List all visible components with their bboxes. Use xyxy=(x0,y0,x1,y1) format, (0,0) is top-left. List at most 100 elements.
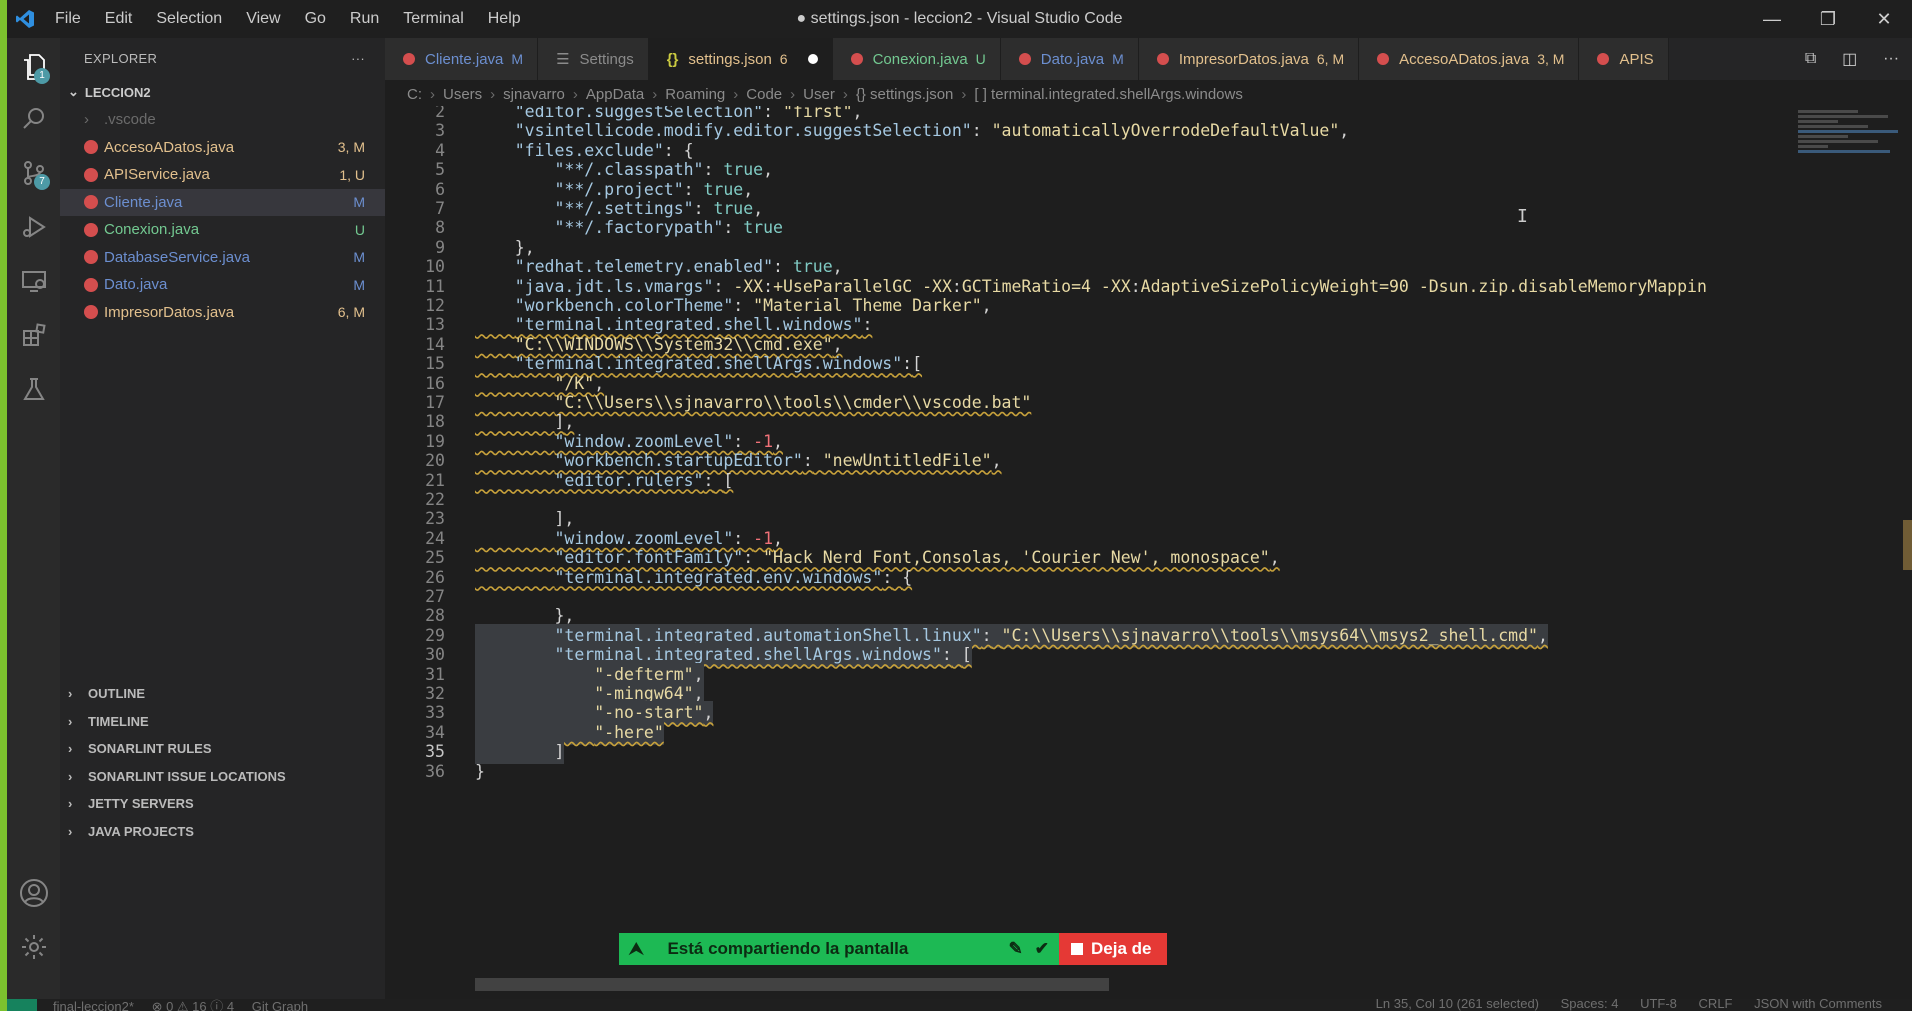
breadcrumb-separator-icon: › xyxy=(572,85,578,103)
extensions-icon[interactable] xyxy=(7,310,60,360)
file-name: Conexion.java xyxy=(104,221,200,239)
menu-help[interactable]: Help xyxy=(476,0,533,38)
file-item[interactable]: APIService.java 1, U xyxy=(60,161,385,189)
breadcrumb-separator-icon: › xyxy=(961,85,967,103)
tab-cliente-java[interactable]: Cliente.java M xyxy=(385,38,539,80)
breadcrumb-item[interactable]: C: xyxy=(407,86,422,103)
settings-gear-icon[interactable] xyxy=(7,922,60,972)
panel-timeline[interactable]: › TIMELINE xyxy=(60,708,385,736)
breadcrumb-item[interactable]: Roaming xyxy=(665,86,725,103)
folder-header[interactable]: ⌄ LECCION2 xyxy=(60,78,385,106)
file-name: APIService.java xyxy=(104,166,210,184)
chevron-right-icon: › xyxy=(68,796,73,812)
minimize-button[interactable]: — xyxy=(1744,0,1800,38)
file-status: 6, M xyxy=(337,304,365,321)
panel-sonarlint-rules[interactable]: › SONARLINT RULES xyxy=(60,735,385,763)
file-item[interactable]: ImpresorDatos.java 6, M xyxy=(60,299,385,327)
tab-label: APIS xyxy=(1619,50,1654,68)
stop-sharing-button[interactable]: Deja de xyxy=(1059,933,1167,965)
window-controls: — ❐ ✕ xyxy=(1744,0,1912,38)
menu-terminal[interactable]: Terminal xyxy=(391,0,475,38)
vertical-scrollbar[interactable] xyxy=(1903,520,1912,570)
close-button[interactable]: ✕ xyxy=(1856,0,1912,38)
minimap[interactable] xyxy=(1798,110,1912,190)
mouse-ibeam-cursor: I xyxy=(1517,206,1528,227)
tab-settings[interactable]: ☰ Settings xyxy=(538,38,649,80)
problems-indicator[interactable]: ⊗ 0 ⚠ 16 ⓘ 4 xyxy=(152,999,235,1011)
panel-title: OUTLINE xyxy=(88,686,146,702)
breadcrumb-item[interactable]: AppData xyxy=(586,86,644,103)
more-actions-icon[interactable]: ··· xyxy=(1883,50,1899,68)
tab-conexion-java[interactable]: Conexion.java U xyxy=(832,38,1001,80)
code-line: 36} xyxy=(385,760,1912,784)
language-mode[interactable]: JSON with Comments xyxy=(1754,999,1882,1011)
drag-handle-icon[interactable]: ⮝ xyxy=(629,939,643,959)
breadcrumb-item[interactable]: {} settings.json xyxy=(856,86,954,103)
tab-apis[interactable]: APIS xyxy=(1579,38,1669,80)
open-preview-icon[interactable]: ⧉ xyxy=(1805,50,1816,68)
account-icon[interactable] xyxy=(7,868,60,918)
breadcrumb-item[interactable]: [ ] terminal.integrated.shellArgs.window… xyxy=(974,86,1242,103)
java-file-icon xyxy=(84,250,98,265)
menu-run[interactable]: Run xyxy=(338,0,391,38)
vscode-logo-icon xyxy=(7,0,43,38)
menu-selection[interactable]: Selection xyxy=(144,0,234,38)
tab-settings-json[interactable]: {} settings.json 6 xyxy=(648,38,833,80)
java-file-icon xyxy=(84,277,98,292)
editor-actions: ⧉ ◫ ··· xyxy=(1792,38,1912,80)
tab-status: U xyxy=(975,51,986,67)
tab-accesoadatos-java[interactable]: AccesoADatos.java 3, M xyxy=(1359,38,1580,80)
testing-icon[interactable] xyxy=(7,364,60,414)
breadcrumb: C: › Users › sjnavarro › AppData › Roaming › Code ›… xyxy=(385,80,1912,108)
line-ending[interactable]: CRLF xyxy=(1699,999,1733,1011)
breadcrumb-separator-icon: › xyxy=(490,85,496,103)
file-status: 3, M xyxy=(337,139,365,156)
encoding[interactable]: UTF-8 xyxy=(1640,999,1677,1011)
file-item[interactable]: Cliente.java M xyxy=(60,188,385,216)
stop-icon xyxy=(1071,943,1083,955)
file-item[interactable]: AccesoADatos.java 3, M xyxy=(60,134,385,162)
panel-title: SONARLINT RULES xyxy=(88,741,212,757)
panel-sonarlint-issue-locations[interactable]: › SONARLINT ISSUE LOCATIONS xyxy=(60,763,385,791)
file-item[interactable]: Conexion.java U xyxy=(60,216,385,244)
file-item[interactable]: › .vscode xyxy=(60,106,385,134)
breadcrumb-item[interactable]: Code xyxy=(746,86,782,103)
breadcrumb-separator-icon: › xyxy=(652,85,658,103)
panel-outline[interactable]: › OUTLINE xyxy=(60,680,385,708)
breadcrumb-item[interactable]: sjnavarro xyxy=(503,86,565,103)
source-control-icon[interactable]: 7 xyxy=(7,148,60,198)
files-icon[interactable]: 1 xyxy=(7,42,60,92)
menu-go[interactable]: Go xyxy=(293,0,338,38)
more-actions-button[interactable]: ··· xyxy=(351,51,365,66)
remote-explorer-icon[interactable] xyxy=(7,256,60,306)
menu-view[interactable]: View xyxy=(234,0,292,38)
search-icon[interactable] xyxy=(7,94,60,144)
file-name: DatabaseService.java xyxy=(104,248,250,266)
tab-dato-java[interactable]: Dato.java M xyxy=(1000,38,1139,80)
run-debug-icon[interactable] xyxy=(7,202,60,252)
menu-edit[interactable]: Edit xyxy=(93,0,145,38)
tab-impresordatos-java[interactable]: ImpresorDatos.java 6, M xyxy=(1138,38,1360,80)
file-item[interactable]: Dato.java M xyxy=(60,271,385,299)
unsaved-dot-icon[interactable] xyxy=(807,54,818,64)
remote-indicator[interactable] xyxy=(7,999,37,1011)
breadcrumb-item[interactable]: User xyxy=(803,86,835,103)
panel-title: TIMELINE xyxy=(88,713,149,729)
git-graph-button[interactable]: Git Graph xyxy=(252,999,308,1011)
chevron-down-icon: ⌄ xyxy=(68,84,79,99)
file-tree: › .vscode AccesoADatos.java 3, M APIService.… xyxy=(60,106,385,326)
split-editor-icon[interactable]: ◫ xyxy=(1842,49,1857,69)
indentation[interactable]: Spaces: 4 xyxy=(1561,999,1619,1011)
file-item[interactable]: DatabaseService.java M xyxy=(60,244,385,272)
horizontal-scrollbar[interactable] xyxy=(475,978,1109,991)
cursor-position[interactable]: Ln 35, Col 10 (261 selected) xyxy=(1376,999,1539,1011)
code-editor[interactable]: 2 "editor.suggestSelection": "first", 3 "… xyxy=(385,106,1912,976)
breadcrumb-item[interactable]: Users xyxy=(443,86,482,103)
branch-indicator[interactable]: final-leccion2* xyxy=(53,999,134,1011)
restore-button[interactable]: ❐ xyxy=(1800,0,1856,38)
panel-jetty-servers[interactable]: › JETTY SERVERS xyxy=(60,790,385,818)
mute-icon[interactable]: ✎ xyxy=(1009,939,1023,959)
java-file-icon xyxy=(403,53,415,65)
panel-java-projects[interactable]: › JAVA PROJECTS xyxy=(60,818,385,846)
menu-file[interactable]: File xyxy=(43,0,93,38)
